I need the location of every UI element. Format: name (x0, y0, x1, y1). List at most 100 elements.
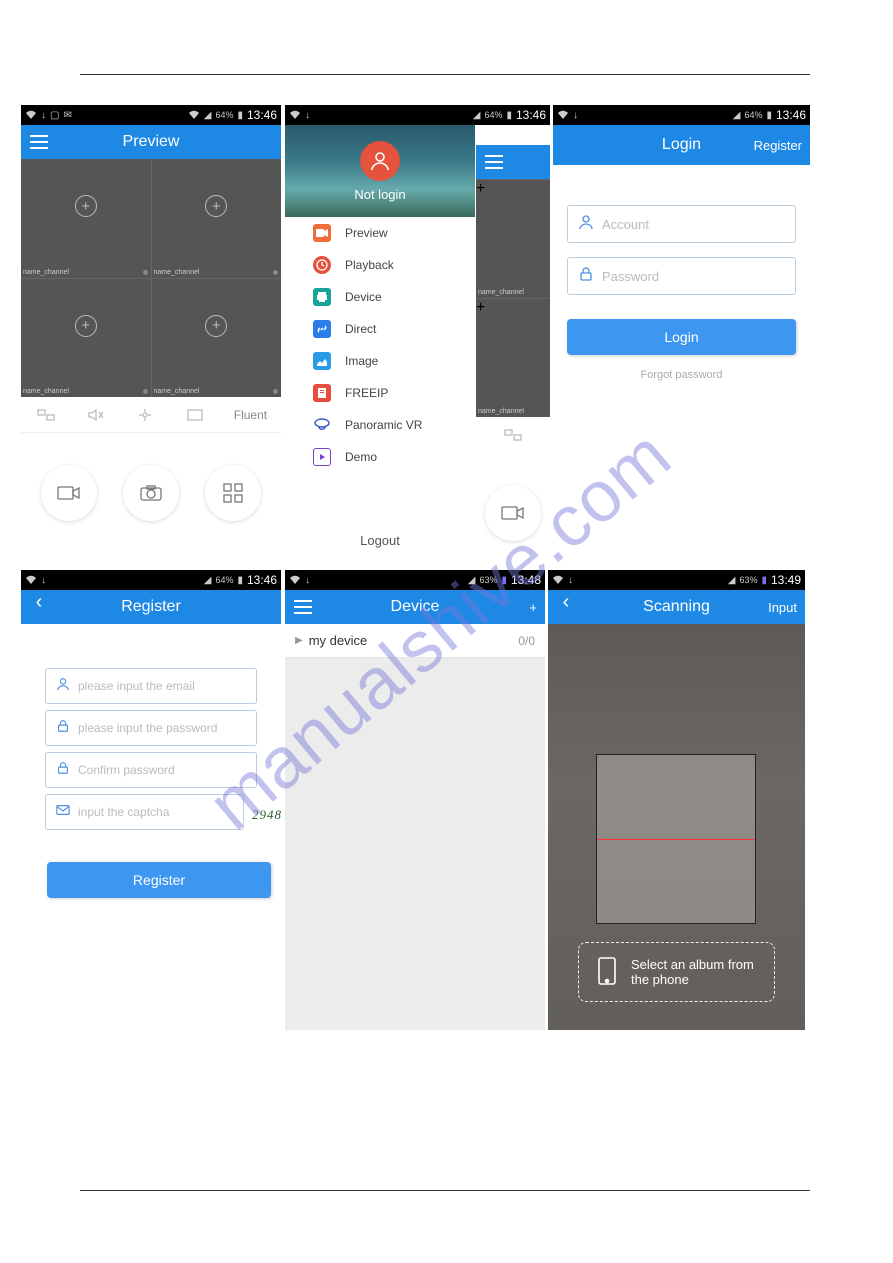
channel-label: name_channel (154, 388, 200, 395)
wifi-icon (25, 110, 37, 120)
divider-top (80, 74, 810, 75)
menu-direct[interactable]: Direct (285, 313, 475, 345)
email-field[interactable] (45, 668, 257, 704)
screenshot-login: ↓ ◢ 64% ▮ 13:46 Login Register Login For… (553, 105, 810, 565)
video-cell[interactable]: + name_channel (21, 279, 151, 398)
battery-icon: ▮ (237, 110, 243, 121)
channel-label: name_channel (23, 388, 69, 395)
add-icon: + (476, 299, 550, 317)
avatar-icon[interactable] (360, 141, 400, 181)
scan-line (597, 839, 755, 840)
menu-icon[interactable] (27, 130, 51, 154)
mail-icon (56, 803, 70, 822)
menu-label: Panoramic VR (345, 418, 422, 432)
menu-label: Direct (345, 322, 376, 336)
email-input[interactable] (78, 679, 246, 693)
app-bar: ‹ Register (21, 590, 281, 624)
screenshot-scanning: ↓ ◢ 63% ▮ 13:49 ‹ Scanning Input Select … (548, 570, 805, 1030)
stream-icon[interactable] (184, 404, 206, 426)
back-icon[interactable]: ‹ (27, 590, 51, 614)
link-icon (313, 320, 331, 338)
app-title: Preview (123, 133, 180, 151)
backdrop-preview: +name_channel +name_channel (476, 145, 550, 565)
select-album-button[interactable]: Select an album from the phone (578, 942, 775, 1002)
captcha-input[interactable] (78, 805, 233, 819)
password-field[interactable] (45, 710, 257, 746)
divider-bottom (80, 1190, 810, 1191)
device-count: 0/0 (518, 634, 535, 648)
add-icon[interactable]: + (205, 315, 227, 337)
video-cell[interactable]: + name_channel (152, 159, 282, 278)
logout-link[interactable]: Logout (285, 473, 475, 562)
menu-icon[interactable] (482, 150, 506, 174)
menu-freeip[interactable]: FREEIP (285, 377, 475, 409)
status-dot (143, 270, 148, 275)
captcha-field[interactable] (45, 794, 244, 830)
forgot-password-link[interactable]: Forgot password (567, 369, 796, 381)
menu-preview[interactable]: Preview (285, 217, 475, 249)
menu-vr[interactable]: Panoramic VR (285, 409, 475, 441)
back-icon[interactable]: ‹ (554, 590, 578, 614)
image-icon (313, 352, 331, 370)
register-button[interactable]: Register (47, 862, 271, 898)
confirm-field[interactable] (45, 752, 257, 788)
password-input[interactable] (78, 721, 246, 735)
account-field[interactable] (567, 205, 796, 243)
snapshot-button[interactable] (123, 465, 179, 521)
video-grid: + name_channel + name_channel + name_cha… (21, 159, 281, 397)
menu-demo[interactable]: Demo (285, 441, 475, 473)
add-icon[interactable]: + (205, 195, 227, 217)
video-cell[interactable]: + name_channel (21, 159, 151, 278)
lock-icon (578, 266, 594, 287)
device-row[interactable]: ▶ my device 0/0 (285, 624, 545, 658)
password-input[interactable] (602, 269, 785, 284)
status-bar: ↓ ◢ 64% ▮ 13:46 (285, 105, 550, 125)
clock: 13:46 (247, 108, 277, 122)
record-button (485, 485, 541, 541)
battery-icon: ▮ (761, 575, 767, 586)
video-cell[interactable]: + name_channel (152, 279, 282, 398)
ptz-icon[interactable] (134, 404, 156, 426)
layout-button[interactable] (205, 465, 261, 521)
menu-device[interactable]: Device (285, 281, 475, 313)
mute-icon[interactable] (85, 404, 107, 426)
input-link[interactable]: Input (768, 590, 797, 624)
wifi-icon (557, 110, 569, 120)
add-icon: + (476, 180, 550, 198)
menu-label: Image (345, 354, 378, 368)
download-icon: ↓ (305, 110, 310, 121)
action-row (21, 433, 281, 553)
app-bar: Device + (285, 590, 545, 624)
status-bar: ↓ ◢ 64% ▮ 13:46 (553, 105, 810, 125)
record-button[interactable] (41, 465, 97, 521)
capture-icon[interactable] (35, 404, 57, 426)
download-icon: ↓ (568, 575, 573, 586)
menu-label: Demo (345, 450, 377, 464)
battery-icon: ▮ (506, 110, 512, 121)
password-field[interactable] (567, 257, 796, 295)
battery-pct: 64% (215, 575, 233, 585)
wifi-icon (289, 575, 301, 585)
screenshot-drawer: ↓ ◢ 64% ▮ 13:46 +name_channel +name_chan… (285, 105, 550, 565)
download-icon: ↓ (41, 575, 46, 586)
app-title: Scanning (643, 598, 710, 616)
register-link[interactable]: Register (754, 125, 802, 165)
menu-icon[interactable] (291, 595, 315, 619)
status-bar: ↓ ▢ ✉ ◢ 64% ▮ 13:46 (21, 105, 281, 125)
confirm-input[interactable] (78, 763, 246, 777)
add-icon[interactable]: + (75, 195, 97, 217)
account-input[interactable] (602, 217, 785, 232)
add-icon[interactable]: + (75, 315, 97, 337)
user-icon (56, 677, 70, 696)
status-dot (273, 389, 278, 394)
battery-pct: 64% (744, 110, 762, 120)
login-button[interactable]: Login (567, 319, 796, 355)
menu-image[interactable]: Image (285, 345, 475, 377)
status-bar: ↓ ◢ 64% ▮ 13:46 (21, 570, 281, 590)
gallery-icon: ▢ (50, 110, 59, 121)
quality-label[interactable]: Fluent (234, 408, 267, 422)
add-device-button[interactable]: + (529, 590, 537, 624)
scan-frame (596, 754, 756, 924)
menu-playback[interactable]: Playback (285, 249, 475, 281)
captcha-image[interactable]: 2948 (252, 797, 281, 833)
